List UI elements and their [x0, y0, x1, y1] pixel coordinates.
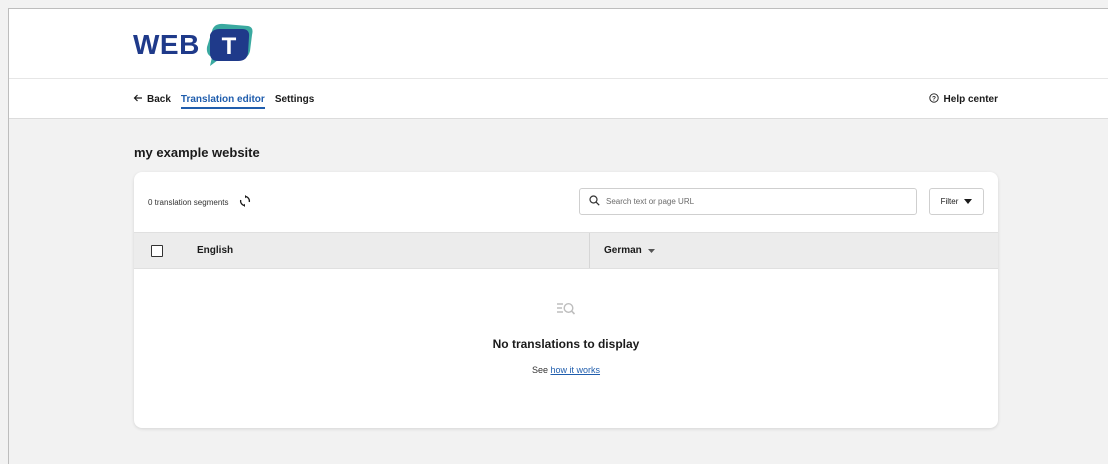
logo-badge-icon: T [204, 23, 254, 67]
tab-settings[interactable]: Settings [275, 79, 314, 119]
header: WEB T [9, 9, 1108, 79]
list-search-icon [134, 300, 998, 323]
refresh-icon[interactable] [239, 195, 251, 209]
filter-button[interactable]: Filter [929, 188, 984, 215]
column-divider [589, 233, 590, 268]
logo[interactable]: WEB T [133, 23, 254, 67]
nav-bar: Back Translation editor Settings ? Help … [9, 79, 1108, 119]
segments-label: 0 translation segments [148, 197, 229, 207]
search-box[interactable] [579, 188, 917, 215]
logo-text: WEB [133, 29, 200, 60]
help-center-link[interactable]: ? Help center [928, 79, 998, 119]
search-icon [589, 193, 600, 211]
help-icon: ? [928, 92, 939, 106]
filter-label: Filter [940, 197, 959, 206]
segments-count: 0 translation segments [148, 195, 251, 209]
tab-translation-editor[interactable]: Translation editor [180, 79, 265, 119]
back-button[interactable]: Back [133, 79, 171, 119]
empty-state-prefix: See [531, 365, 548, 375]
logo-badge-letter: T [221, 33, 236, 60]
empty-state-title: No translations to display [492, 337, 640, 351]
column-german-label: German [604, 245, 642, 256]
search-input[interactable] [606, 197, 886, 206]
app-window: WEB T Back Translation editor Settings ?… [8, 8, 1108, 464]
how-it-works-link[interactable]: how it works [551, 365, 601, 375]
help-center-label: Help center [943, 93, 998, 105]
column-english: English [197, 245, 234, 256]
select-all-checkbox[interactable] [151, 245, 163, 257]
arrow-left-icon [133, 93, 143, 106]
back-label: Back [147, 93, 171, 105]
card-toolbar: 0 translation segments Filter [134, 172, 998, 232]
caret-down-icon [647, 245, 655, 256]
svg-text:?: ? [932, 95, 936, 102]
empty-state-subtitle: See how it works [134, 365, 998, 375]
page-title: my example website [134, 145, 260, 160]
column-german-selector[interactable]: German [604, 245, 655, 256]
table-header: English German [134, 232, 998, 269]
nav-tabs: Back Translation editor Settings [133, 79, 314, 119]
caret-down-icon [964, 197, 973, 206]
translations-card: 0 translation segments Filter [134, 172, 998, 428]
empty-state: No translations to display See how it wo… [134, 300, 998, 375]
